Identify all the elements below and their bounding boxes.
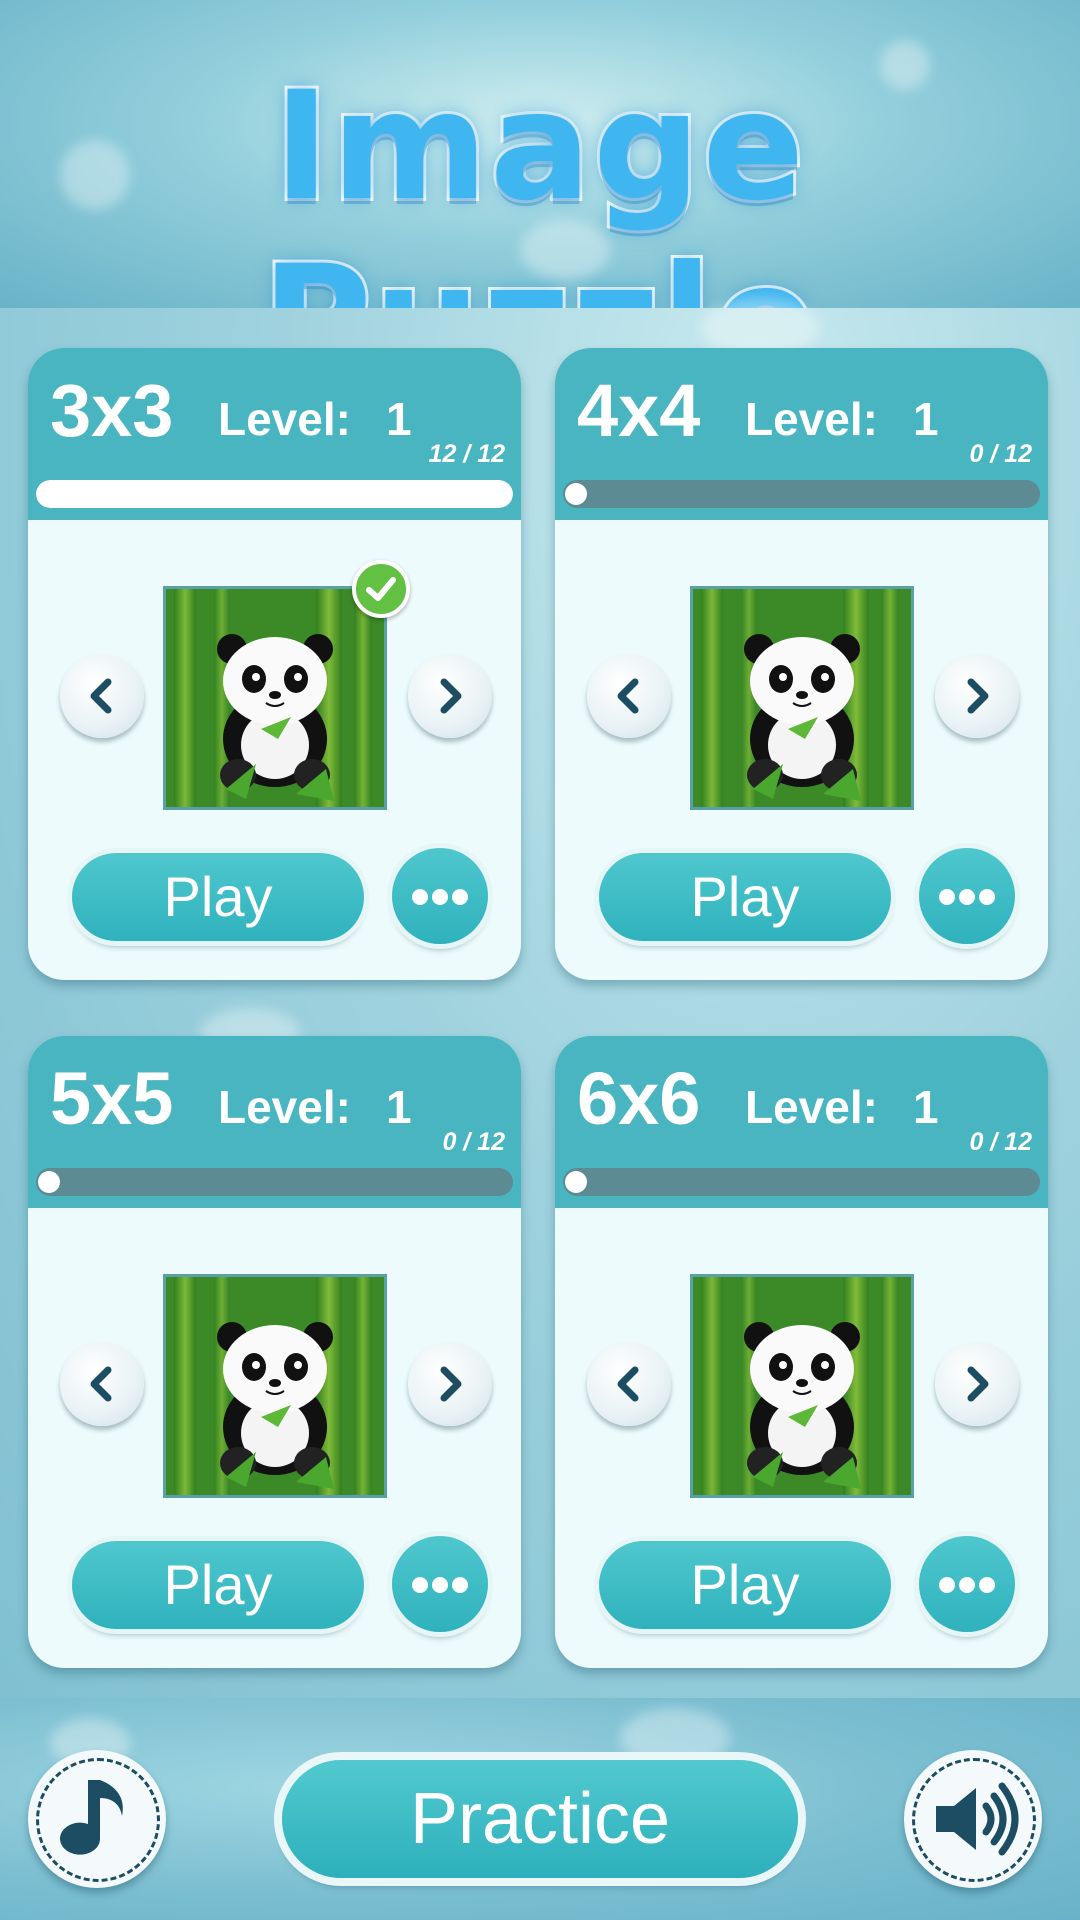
progress-count: 12 / 12 bbox=[428, 440, 505, 468]
chevron-right-icon bbox=[967, 1366, 989, 1402]
previous-image-button[interactable] bbox=[60, 654, 144, 738]
next-image-button[interactable] bbox=[935, 1342, 1019, 1426]
progress-knob bbox=[38, 1171, 60, 1193]
puzzle-card-6x6: 6x6 Level: 1 0 / 12 Play bbox=[555, 1036, 1048, 1668]
progress-bar bbox=[36, 480, 513, 508]
progress-count: 0 / 12 bbox=[442, 1128, 505, 1156]
chevron-left-icon bbox=[617, 1366, 639, 1402]
progress-knob bbox=[565, 1171, 587, 1193]
level-number: 1 bbox=[386, 393, 412, 445]
puzzle-thumbnail[interactable] bbox=[163, 1274, 387, 1498]
progress-bar bbox=[563, 480, 1040, 508]
progress-bar bbox=[563, 1168, 1040, 1196]
puzzle-thumbnail[interactable] bbox=[163, 586, 387, 810]
next-image-button[interactable] bbox=[408, 1342, 492, 1426]
puzzle-card-4x4: 4x4 Level: 1 0 / 12 Play bbox=[555, 348, 1048, 980]
level-label: Level: bbox=[745, 393, 878, 445]
chevron-right-icon bbox=[967, 678, 989, 714]
progress-bar bbox=[36, 1168, 513, 1196]
level-label: Level: bbox=[218, 1081, 351, 1133]
previous-image-button[interactable] bbox=[587, 1342, 671, 1426]
more-options-button[interactable] bbox=[392, 1536, 488, 1632]
practice-button[interactable]: Practice bbox=[282, 1760, 798, 1878]
next-image-button[interactable] bbox=[935, 654, 1019, 738]
grid-size-label: 5x5 bbox=[50, 1057, 174, 1140]
card-header: 6x6 Level: 1 0 / 12 bbox=[555, 1036, 1048, 1208]
completed-check-icon bbox=[352, 560, 410, 618]
music-toggle-button[interactable] bbox=[28, 1750, 166, 1888]
play-button[interactable]: Play bbox=[599, 853, 891, 941]
puzzle-thumbnail[interactable] bbox=[690, 1274, 914, 1498]
more-options-button[interactable] bbox=[392, 848, 488, 944]
speaker-icon bbox=[936, 1782, 1019, 1856]
panda-puzzle-image bbox=[693, 589, 911, 807]
play-button[interactable]: Play bbox=[72, 853, 364, 941]
puzzle-card-3x3: 3x3 Level: 1 12 / 12 Play bbox=[28, 348, 521, 980]
grid-size-label: 6x6 bbox=[577, 1057, 701, 1140]
more-options-button[interactable] bbox=[919, 1536, 1015, 1632]
header-banner: Image Puzzle bbox=[0, 0, 1080, 411]
card-header: 4x4 Level: 1 0 / 12 bbox=[555, 348, 1048, 520]
panda-puzzle-image bbox=[166, 1277, 384, 1495]
level-number: 1 bbox=[913, 393, 939, 445]
more-options-button[interactable] bbox=[919, 848, 1015, 944]
progress-fill bbox=[36, 480, 513, 508]
grid-size-label: 4x4 bbox=[577, 369, 701, 452]
grid-size-label: 3x3 bbox=[50, 369, 174, 452]
panda-puzzle-image bbox=[166, 589, 384, 807]
play-button[interactable]: Play bbox=[72, 1541, 364, 1629]
music-note-icon bbox=[60, 1780, 123, 1855]
panda-puzzle-image bbox=[693, 1277, 911, 1495]
play-button[interactable]: Play bbox=[599, 1541, 891, 1629]
chevron-right-icon bbox=[440, 678, 462, 714]
previous-image-button[interactable] bbox=[587, 654, 671, 738]
chevron-left-icon bbox=[90, 678, 112, 714]
sound-toggle-button[interactable] bbox=[904, 1750, 1042, 1888]
next-image-button[interactable] bbox=[408, 654, 492, 738]
previous-image-button[interactable] bbox=[60, 1342, 144, 1426]
progress-knob bbox=[565, 483, 587, 505]
puzzle-thumbnail[interactable] bbox=[690, 586, 914, 810]
level-label: Level: bbox=[218, 393, 351, 445]
puzzle-card-5x5: 5x5 Level: 1 0 / 12 Play bbox=[28, 1036, 521, 1668]
chevron-right-icon bbox=[440, 1366, 462, 1402]
card-header: 3x3 Level: 1 12 / 12 bbox=[28, 348, 521, 520]
level-number: 1 bbox=[913, 1081, 939, 1133]
card-header: 5x5 Level: 1 0 / 12 bbox=[28, 1036, 521, 1208]
level-number: 1 bbox=[386, 1081, 412, 1133]
level-label: Level: bbox=[745, 1081, 878, 1133]
progress-count: 0 / 12 bbox=[969, 1128, 1032, 1156]
bokeh-light bbox=[620, 1708, 730, 1768]
chevron-left-icon bbox=[617, 678, 639, 714]
progress-count: 0 / 12 bbox=[969, 440, 1032, 468]
chevron-left-icon bbox=[90, 1366, 112, 1402]
